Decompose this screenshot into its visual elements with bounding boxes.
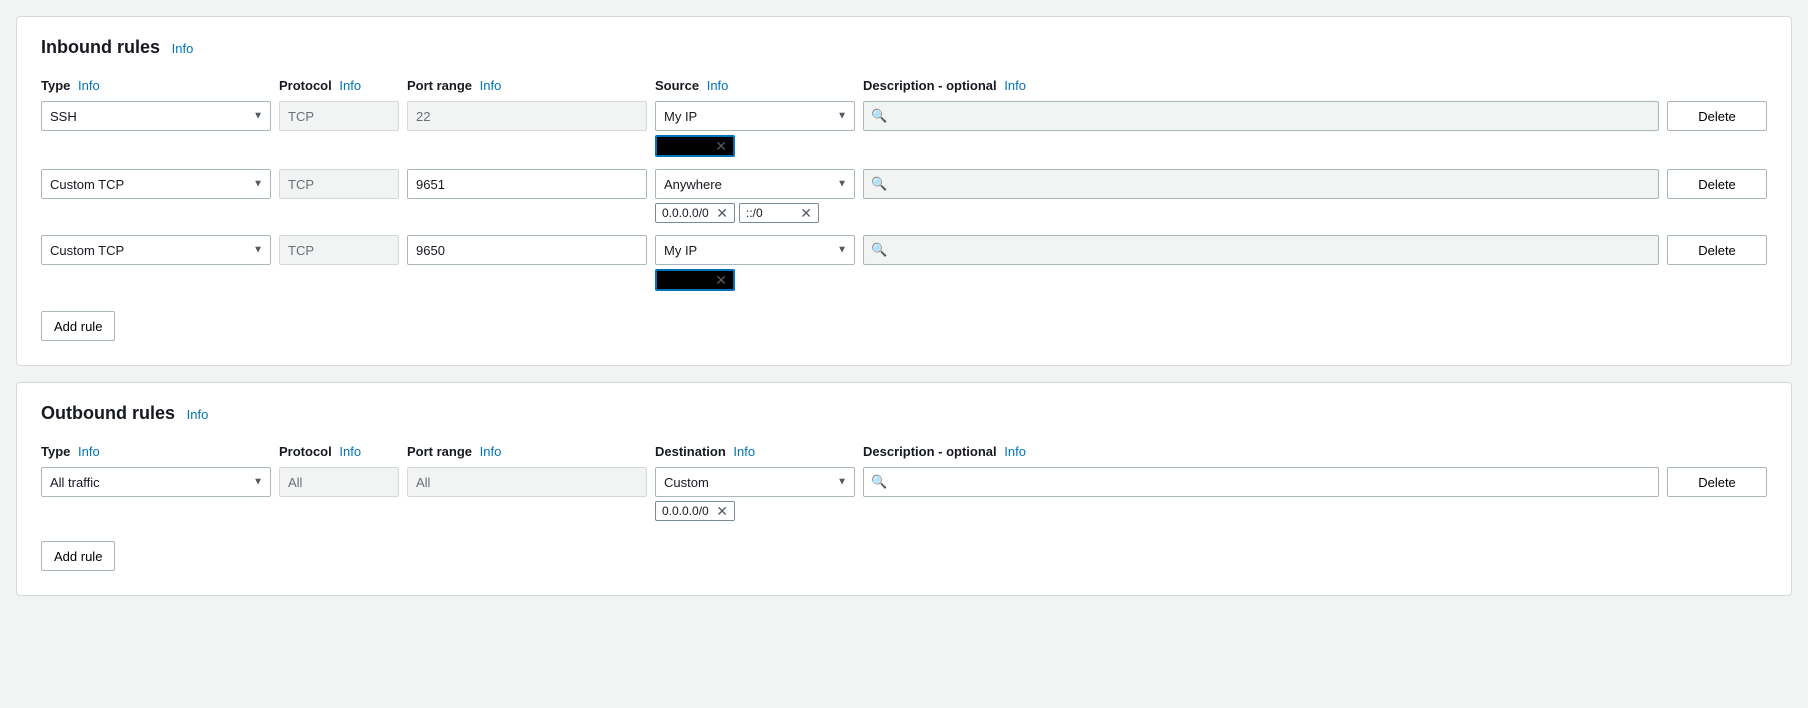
inbound-rule-3-type-wrapper: Custom TCP SSH All traffic ▼ xyxy=(41,235,271,265)
inbound-col-type: Type Info xyxy=(41,78,271,93)
inbound-rule-2-type-select[interactable]: Custom TCP SSH All traffic xyxy=(41,169,271,199)
inbound-rule-1-source-wrapper: My IP Anywhere Custom ▼ xyxy=(655,101,855,131)
inbound-rule-3-type-select[interactable]: Custom TCP SSH All traffic xyxy=(41,235,271,265)
inbound-rule-1-tag-1: /32 ✕ xyxy=(655,135,735,157)
outbound-col-port: Port range Info xyxy=(407,444,647,459)
outbound-rule-1: All traffic SSH Custom TCP ▼ Custom Anyw… xyxy=(41,467,1767,521)
outbound-rule-1-tags-row: 0.0.0.0/0 ✕ xyxy=(41,501,1767,521)
inbound-rule-1-source-select[interactable]: My IP Anywhere Custom xyxy=(655,101,855,131)
inbound-rule-2-source-select[interactable]: Anywhere My IP Custom xyxy=(655,169,855,199)
inbound-title: Inbound rules xyxy=(41,37,160,57)
outbound-rule-1-tag-1: 0.0.0.0/0 ✕ xyxy=(655,501,735,521)
inbound-rule-3-tags-area: /32 ✕ xyxy=(655,269,1659,291)
inbound-rule-1-protocol xyxy=(279,101,399,131)
inbound-rule-2-tag-2: ::/0 ✕ xyxy=(739,203,819,223)
outbound-col-port-info[interactable]: Info xyxy=(480,444,502,459)
inbound-rule-3-port[interactable] xyxy=(407,235,647,265)
outbound-rule-1-delete-button[interactable]: Delete xyxy=(1667,467,1767,497)
inbound-col-source: Source Info xyxy=(655,78,855,93)
inbound-col-type-info[interactable]: Info xyxy=(78,78,100,93)
outbound-rule-1-destination-select[interactable]: Custom Anywhere My IP xyxy=(655,467,855,497)
inbound-rule-2-tags-area: 0.0.0.0/0 ✕ ::/0 ✕ xyxy=(655,203,1659,223)
inbound-rule-3-row: Custom TCP SSH All traffic ▼ My IP Anywh… xyxy=(41,235,1767,265)
outbound-rule-1-protocol xyxy=(279,467,399,497)
inbound-rule-2-row: Custom TCP SSH All traffic ▼ Anywhere My… xyxy=(41,169,1767,199)
inbound-col-description-info[interactable]: Info xyxy=(1004,78,1026,93)
outbound-col-destination: Destination Info xyxy=(655,444,855,459)
inbound-col-description: Description - optional Info xyxy=(863,78,1659,93)
inbound-rule-3-protocol xyxy=(279,235,399,265)
outbound-info-link[interactable]: Info xyxy=(187,407,209,422)
tag-close-icon[interactable]: ✕ xyxy=(716,206,728,220)
inbound-col-source-info[interactable]: Info xyxy=(707,78,729,93)
outbound-col-type-info[interactable]: Info xyxy=(78,444,100,459)
outbound-title: Outbound rules xyxy=(41,403,175,423)
inbound-col-port: Port range Info xyxy=(407,78,647,93)
inbound-rule-3-tag-1: /32 ✕ xyxy=(655,269,735,291)
outbound-rule-1-port xyxy=(407,467,647,497)
tag-close-icon[interactable]: ✕ xyxy=(716,504,728,518)
outbound-rule-1-search-input[interactable] xyxy=(863,467,1659,497)
tag-close-icon[interactable]: ✕ xyxy=(715,273,727,287)
inbound-rule-2-tag-1: 0.0.0.0/0 ✕ xyxy=(655,203,735,223)
inbound-rule-2-search-wrapper: 🔍 xyxy=(863,169,1659,199)
inbound-header: Inbound rules Info xyxy=(41,37,1767,58)
inbound-rule-1: SSH Custom TCP All traffic ▼ My IP Anywh… xyxy=(41,101,1767,157)
inbound-rule-3: Custom TCP SSH All traffic ▼ My IP Anywh… xyxy=(41,235,1767,291)
inbound-rule-2-source-wrapper: Anywhere My IP Custom ▼ xyxy=(655,169,855,199)
inbound-rule-1-tags-area: /32 ✕ xyxy=(655,135,1659,157)
inbound-rule-3-search-wrapper: 🔍 xyxy=(863,235,1659,265)
inbound-rule-2-search-input[interactable] xyxy=(863,169,1659,199)
inbound-rule-3-source-select[interactable]: My IP Anywhere Custom xyxy=(655,235,855,265)
inbound-rule-2-port[interactable] xyxy=(407,169,647,199)
outbound-rule-1-destination-wrapper: Custom Anywhere My IP ▼ xyxy=(655,467,855,497)
outbound-rule-1-type-select[interactable]: All traffic SSH Custom TCP xyxy=(41,467,271,497)
outbound-rule-1-row: All traffic SSH Custom TCP ▼ Custom Anyw… xyxy=(41,467,1767,497)
inbound-info-link[interactable]: Info xyxy=(172,41,194,56)
outbound-rule-1-type-wrapper: All traffic SSH Custom TCP ▼ xyxy=(41,467,271,497)
inbound-rule-1-type-wrapper: SSH Custom TCP All traffic ▼ xyxy=(41,101,271,131)
inbound-rule-1-delete-button[interactable]: Delete xyxy=(1667,101,1767,131)
inbound-rule-1-type-select[interactable]: SSH Custom TCP All traffic xyxy=(41,101,271,131)
outbound-add-rule-button[interactable]: Add rule xyxy=(41,541,115,571)
outbound-col-destination-info[interactable]: Info xyxy=(733,444,755,459)
inbound-rule-3-source-wrapper: My IP Anywhere Custom ▼ xyxy=(655,235,855,265)
outbound-col-type: Type Info xyxy=(41,444,271,459)
outbound-col-protocol-info[interactable]: Info xyxy=(339,444,361,459)
inbound-rule-1-tags-row: /32 ✕ xyxy=(41,135,1767,157)
outbound-rule-1-search-wrapper: 🔍 xyxy=(863,467,1659,497)
outbound-col-protocol: Protocol Info xyxy=(279,444,399,459)
outbound-rules-section: Outbound rules Info Type Info Protocol I… xyxy=(16,382,1792,596)
inbound-rule-2-protocol xyxy=(279,169,399,199)
outbound-col-description-info[interactable]: Info xyxy=(1004,444,1026,459)
inbound-add-rule-button[interactable]: Add rule xyxy=(41,311,115,341)
outbound-col-description: Description - optional Info xyxy=(863,444,1659,459)
inbound-col-protocol-info[interactable]: Info xyxy=(339,78,361,93)
outbound-header: Outbound rules Info xyxy=(41,403,1767,424)
outbound-table-header: Type Info Protocol Info Port range Info … xyxy=(41,444,1767,459)
inbound-rule-2-tags-row: 0.0.0.0/0 ✕ ::/0 ✕ xyxy=(41,203,1767,223)
tag-close-icon[interactable]: ✕ xyxy=(800,206,812,220)
inbound-table-header: Type Info Protocol Info Port range Info … xyxy=(41,78,1767,93)
inbound-rule-2-type-wrapper: Custom TCP SSH All traffic ▼ xyxy=(41,169,271,199)
inbound-rules-section: Inbound rules Info Type Info Protocol In… xyxy=(16,16,1792,366)
inbound-rule-1-search-wrapper: 🔍 xyxy=(863,101,1659,131)
inbound-rule-3-delete-button[interactable]: Delete xyxy=(1667,235,1767,265)
inbound-col-protocol: Protocol Info xyxy=(279,78,399,93)
inbound-rule-1-port xyxy=(407,101,647,131)
outbound-rule-1-tags-area: 0.0.0.0/0 ✕ xyxy=(655,501,1659,521)
inbound-rule-1-search-input[interactable] xyxy=(863,101,1659,131)
inbound-rule-2: Custom TCP SSH All traffic ▼ Anywhere My… xyxy=(41,169,1767,223)
inbound-rule-2-delete-button[interactable]: Delete xyxy=(1667,169,1767,199)
inbound-rule-1-row: SSH Custom TCP All traffic ▼ My IP Anywh… xyxy=(41,101,1767,131)
inbound-rule-3-search-input[interactable] xyxy=(863,235,1659,265)
inbound-col-port-info[interactable]: Info xyxy=(480,78,502,93)
inbound-rule-3-tags-row: /32 ✕ xyxy=(41,269,1767,291)
tag-close-icon[interactable]: ✕ xyxy=(715,139,727,153)
